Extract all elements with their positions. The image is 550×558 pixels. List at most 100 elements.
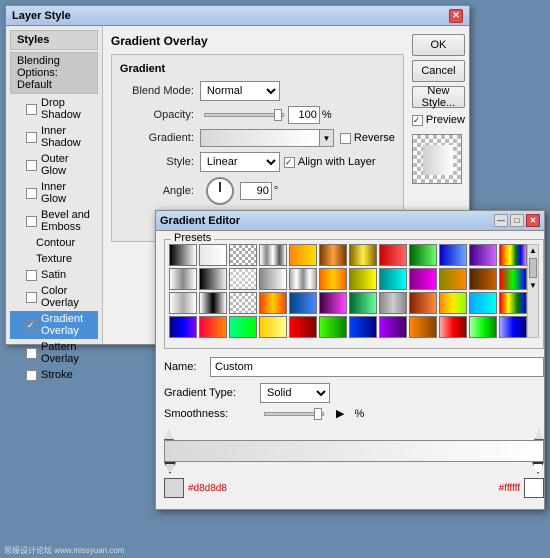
scroll-up-arrow[interactable]: ▲: [528, 245, 538, 256]
preset-swatch[interactable]: [349, 316, 377, 338]
left-color-swatch[interactable]: [164, 478, 184, 498]
preset-swatch[interactable]: [289, 268, 317, 290]
preset-swatch[interactable]: [199, 244, 227, 266]
ge-close-button[interactable]: ✕: [526, 214, 540, 227]
sidebar-stroke[interactable]: Stroke: [10, 367, 98, 383]
angle-input[interactable]: [240, 182, 272, 200]
sidebar-drop-shadow[interactable]: Drop Shadow: [10, 95, 98, 123]
preset-swatch[interactable]: [169, 268, 197, 290]
preset-swatch[interactable]: [229, 292, 257, 314]
preset-swatch[interactable]: [199, 316, 227, 338]
right-color-swatch[interactable]: [524, 478, 544, 498]
bevel-checkbox[interactable]: [26, 216, 37, 227]
align-layer-checkbox[interactable]: [284, 157, 295, 168]
ge-restore-button[interactable]: □: [510, 214, 524, 227]
preset-swatch[interactable]: [379, 244, 407, 266]
scroll-thumb[interactable]: [529, 258, 537, 278]
preset-swatch[interactable]: [349, 268, 377, 290]
preset-swatch[interactable]: [499, 316, 527, 338]
preset-swatch[interactable]: [409, 292, 437, 314]
new-style-button[interactable]: New Style...: [412, 86, 465, 108]
preset-swatch[interactable]: [319, 316, 347, 338]
preset-swatch[interactable]: [499, 244, 527, 266]
sidebar-blending[interactable]: Blending Options: Default: [10, 52, 98, 94]
preset-swatch[interactable]: [349, 292, 377, 314]
preset-swatch[interactable]: [319, 244, 347, 266]
preset-swatch[interactable]: [169, 316, 197, 338]
color-stop-right[interactable]: [532, 462, 544, 474]
sidebar-gradient-overlay[interactable]: Gradient Overlay: [10, 311, 98, 339]
sidebar-bevel[interactable]: Bevel and Emboss: [10, 207, 98, 235]
preset-swatch[interactable]: [349, 244, 377, 266]
preset-swatch[interactable]: [169, 292, 197, 314]
preset-swatch[interactable]: [259, 268, 287, 290]
style-select[interactable]: Linear: [200, 152, 280, 172]
preset-swatch[interactable]: [319, 292, 347, 314]
preset-swatch[interactable]: [379, 316, 407, 338]
inner-glow-checkbox[interactable]: [26, 188, 37, 199]
preset-swatch[interactable]: [469, 292, 497, 314]
reverse-checkbox[interactable]: [340, 133, 351, 144]
gradient-preview[interactable]: [200, 129, 320, 147]
preset-swatch[interactable]: [469, 316, 497, 338]
sidebar-texture[interactable]: Texture: [10, 251, 98, 267]
preset-swatch[interactable]: [289, 316, 317, 338]
preset-swatch[interactable]: [499, 268, 527, 290]
inner-shadow-checkbox[interactable]: [26, 132, 37, 143]
preset-swatch[interactable]: [199, 292, 227, 314]
preset-swatch[interactable]: [199, 268, 227, 290]
satin-checkbox[interactable]: [26, 270, 37, 281]
ge-name-input[interactable]: [210, 357, 544, 377]
preset-swatch[interactable]: [229, 268, 257, 290]
sidebar-contour[interactable]: Contour: [10, 235, 98, 251]
preset-swatch[interactable]: [169, 244, 197, 266]
preset-swatch[interactable]: [289, 292, 317, 314]
color-overlay-checkbox[interactable]: [26, 292, 37, 303]
ge-type-select[interactable]: Solid: [260, 383, 330, 403]
blend-mode-select[interactable]: Normal: [200, 81, 280, 101]
preset-swatch[interactable]: [469, 268, 497, 290]
preset-swatch[interactable]: [439, 316, 467, 338]
scroll-down-arrow[interactable]: ▼: [528, 280, 538, 291]
preset-swatch[interactable]: [259, 244, 287, 266]
color-stop-left[interactable]: [164, 462, 176, 474]
preset-swatch[interactable]: [469, 244, 497, 266]
preset-swatch[interactable]: [409, 316, 437, 338]
preset-swatch[interactable]: [439, 268, 467, 290]
cancel-button[interactable]: Cancel: [412, 60, 465, 82]
preset-swatch[interactable]: [499, 292, 527, 314]
opacity-slider[interactable]: [204, 113, 284, 117]
preset-swatch[interactable]: [379, 268, 407, 290]
gradient-main-bar[interactable]: [164, 440, 544, 462]
opacity-input[interactable]: [288, 106, 320, 124]
preset-swatch[interactable]: [439, 244, 467, 266]
sidebar-inner-glow[interactable]: Inner Glow: [10, 179, 98, 207]
close-icon[interactable]: ✕: [449, 9, 463, 23]
sidebar-satin[interactable]: Satin: [10, 267, 98, 283]
gradient-dropdown-arrow[interactable]: ▼: [320, 129, 334, 147]
ok-button[interactable]: OK: [412, 34, 465, 56]
preset-swatch[interactable]: [409, 268, 437, 290]
drop-shadow-checkbox[interactable]: [26, 104, 37, 115]
angle-dial[interactable]: [206, 177, 234, 205]
preset-swatch[interactable]: [259, 292, 287, 314]
preset-swatch[interactable]: [259, 316, 287, 338]
preset-swatch[interactable]: [229, 316, 257, 338]
opacity-stop-right[interactable]: [534, 430, 544, 440]
sidebar-inner-shadow[interactable]: Inner Shadow: [10, 123, 98, 151]
preset-swatch[interactable]: [229, 244, 257, 266]
preset-swatch[interactable]: [289, 244, 317, 266]
ge-smooth-slider[interactable]: [264, 412, 324, 416]
gradient-overlay-checkbox[interactable]: [26, 320, 37, 331]
preset-swatch[interactable]: [439, 292, 467, 314]
preset-swatch[interactable]: [319, 268, 347, 290]
opacity-stop-left[interactable]: [164, 430, 174, 440]
sidebar-outer-glow[interactable]: Outer Glow: [10, 151, 98, 179]
sidebar-color-overlay[interactable]: Color Overlay: [10, 283, 98, 311]
ge-smooth-arrow[interactable]: ▶: [336, 407, 344, 420]
preview-checkbox[interactable]: [412, 115, 423, 126]
sidebar-pattern-overlay[interactable]: Pattern Overlay: [10, 339, 98, 367]
preset-swatch[interactable]: [379, 292, 407, 314]
outer-glow-checkbox[interactable]: [26, 160, 37, 171]
ge-minimize-button[interactable]: —: [494, 214, 508, 227]
